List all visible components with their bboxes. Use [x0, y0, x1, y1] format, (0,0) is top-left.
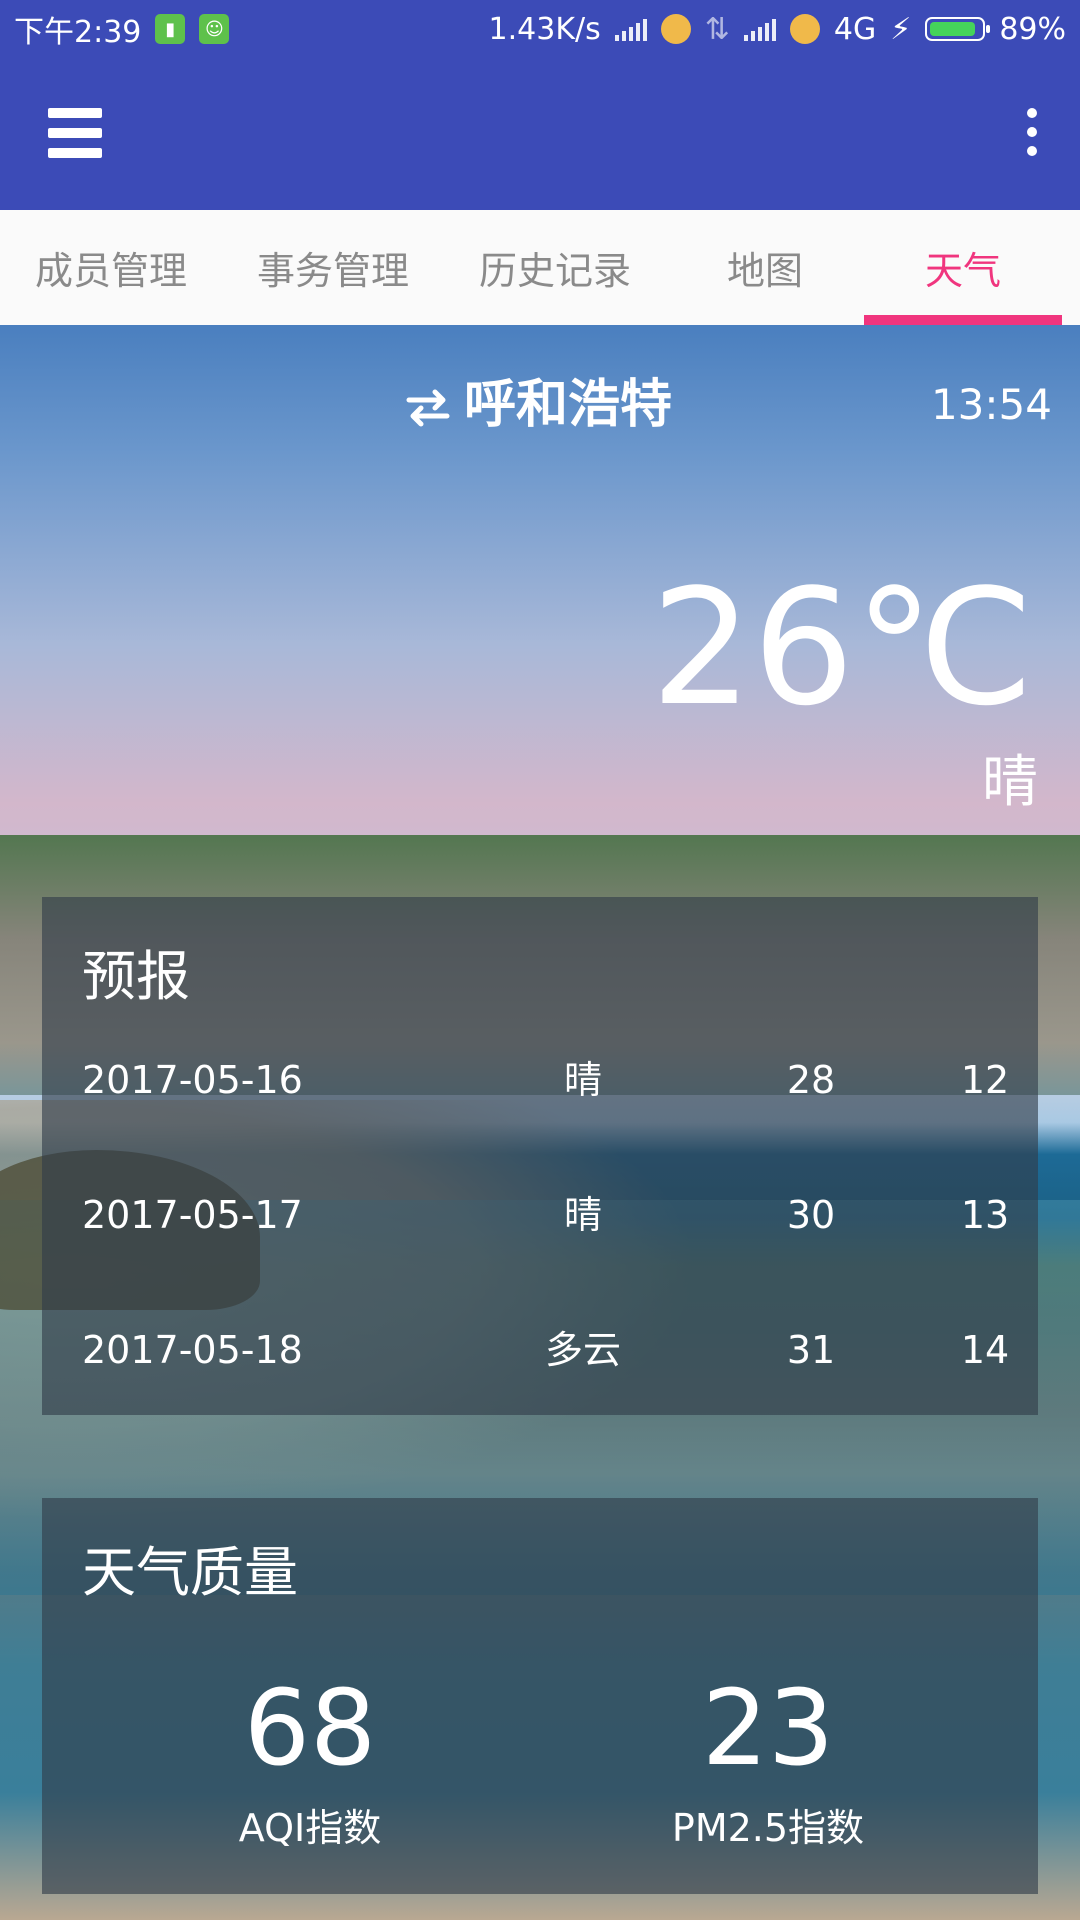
- forecast-condition: 晴: [563, 1193, 602, 1237]
- app-screen: 下午2:39 ▮ ☺ 1.43K/s ⇅ 4G ⚡ 89% 成员管理 事务管理 …: [0, 0, 1080, 1920]
- status-time: 下午2:39: [14, 15, 142, 50]
- forecast-row: 2017-05-16 晴 28 12: [42, 1040, 1038, 1120]
- pm25-label: PM2.5指数: [671, 1806, 865, 1850]
- pm25-value: 23: [701, 1667, 835, 1789]
- forecast-row: 2017-05-18 多云 31 14: [42, 1310, 1038, 1390]
- tab-weather[interactable]: 天气: [864, 210, 1062, 325]
- app-bar: [0, 58, 1080, 210]
- signal-strength-icon-2: [743, 17, 776, 41]
- forecast-low: 13: [960, 1193, 1010, 1237]
- forecast-high: 30: [786, 1193, 836, 1237]
- forecast-title: 预报: [82, 945, 190, 1008]
- tab-history[interactable]: 历史记录: [444, 210, 666, 325]
- forecast-high: 31: [786, 1328, 836, 1372]
- switch-city-icon[interactable]: [405, 388, 451, 428]
- forecast-date: 2017-05-16: [82, 1058, 303, 1102]
- forecast-condition: 多云: [544, 1328, 621, 1372]
- signal-strength-icon: [614, 17, 647, 41]
- emoji-icon: [660, 14, 691, 44]
- air-quality-card: 天气质量 68 AQI指数 23 PM2.5指数: [42, 1498, 1038, 1894]
- emoji-icon-2: [789, 14, 820, 44]
- forecast-condition: 晴: [563, 1058, 602, 1102]
- battery-fill: [930, 22, 976, 36]
- current-temperature: 26℃: [650, 554, 1034, 741]
- battery-icon: [925, 17, 991, 41]
- aqi-value: 68: [243, 1667, 377, 1789]
- air-quality-title: 天气质量: [82, 1541, 298, 1604]
- status-bar-left: 下午2:39 ▮ ☺: [14, 0, 230, 58]
- forecast-date: 2017-05-18: [82, 1328, 303, 1372]
- tab-affairs[interactable]: 事务管理: [222, 210, 444, 325]
- forecast-date: 2017-05-17: [82, 1193, 303, 1237]
- forecast-card: 预报 2017-05-16 晴 28 12 2017-05-17 晴 30 13…: [42, 897, 1038, 1415]
- battery-percent: 89%: [999, 11, 1066, 47]
- more-options-icon[interactable]: [1024, 108, 1040, 156]
- menu-icon[interactable]: [48, 108, 102, 158]
- city-name[interactable]: 呼和浩特: [464, 370, 672, 440]
- data-transfer-icon: ⇅: [704, 11, 730, 47]
- update-time: 13:54: [930, 380, 1052, 429]
- forecast-low: 12: [960, 1058, 1010, 1102]
- status-bar-right: 1.43K/s ⇅ 4G ⚡ 89%: [489, 0, 1066, 58]
- android-notification-icon: ☺: [199, 14, 230, 44]
- forecast-row: 2017-05-17 晴 30 13: [42, 1175, 1038, 1255]
- network-type: 4G: [833, 11, 877, 47]
- status-bar: 下午2:39 ▮ ☺ 1.43K/s ⇅ 4G ⚡ 89%: [0, 0, 1080, 58]
- tab-map[interactable]: 地图: [666, 210, 864, 325]
- forecast-high: 28: [786, 1058, 836, 1102]
- tab-bar: 成员管理 事务管理 历史记录 地图 天气: [0, 210, 1080, 325]
- charging-icon: ⚡: [890, 11, 912, 47]
- tab-members[interactable]: 成员管理: [0, 210, 222, 325]
- battery-saver-icon: ▮: [155, 14, 186, 44]
- network-speed: 1.43K/s: [488, 11, 601, 47]
- aqi-label: AQI指数: [238, 1806, 382, 1850]
- forecast-low: 14: [960, 1328, 1010, 1372]
- current-condition: 晴: [982, 750, 1038, 815]
